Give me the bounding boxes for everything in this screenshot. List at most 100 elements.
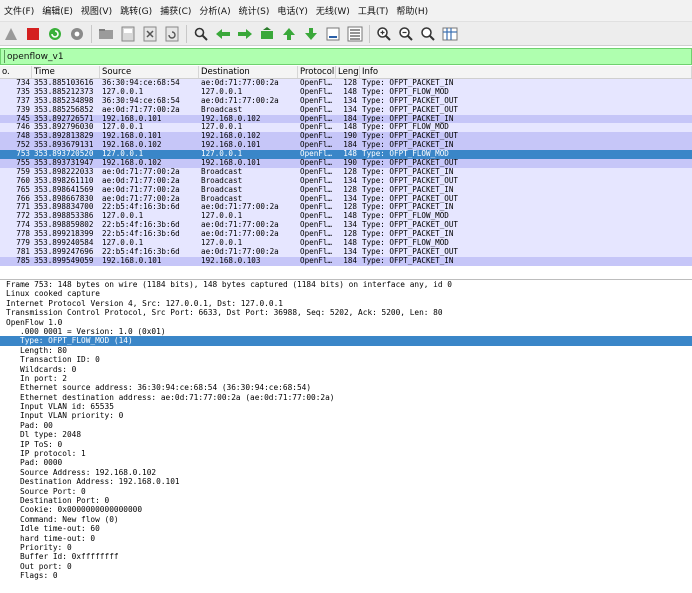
packet-row[interactable]: 753 353.893720520 127.0.0.1 127.0.0.1 OpenFl…	[0, 150, 692, 160]
column-header-length[interactable]: Length	[336, 66, 360, 78]
packet-cell-len: 128	[343, 230, 357, 239]
menu-item[interactable]: 捕获(C)	[156, 4, 195, 17]
zoom-in-icon[interactable]	[375, 25, 393, 43]
packet-row[interactable]: 739 353.885256852 ae:0d:71:77:00:2a Broadca…	[0, 105, 692, 115]
detail-line[interactable]: Wildcards: 0	[0, 365, 692, 374]
stop-icon[interactable]	[24, 25, 42, 43]
menu-item[interactable]: 工具(T)	[354, 4, 393, 17]
find-icon[interactable]	[192, 25, 210, 43]
detail-line[interactable]: Destination Address: 192.168.0.101	[0, 477, 692, 486]
detail-line[interactable]: Destination Port: 0	[0, 496, 692, 505]
close-file-icon[interactable]	[141, 25, 159, 43]
menu-item[interactable]: 文件(F)	[0, 4, 38, 17]
packet-row[interactable]: 760 353.898261110 ae:0d:71:77:00:2a Broadca…	[0, 176, 692, 186]
colorize-icon[interactable]	[346, 25, 364, 43]
detail-line[interactable]: IP ToS: 0	[0, 440, 692, 449]
shark-fin-icon[interactable]	[2, 25, 20, 43]
detail-line[interactable]: Linux cooked capture	[0, 289, 692, 298]
detail-line[interactable]: Internet Protocol Version 4, Src: 127.0.…	[0, 299, 692, 308]
packet-row[interactable]: 765 353.898641569 ae:0d:71:77:00:2a Broadca…	[0, 185, 692, 195]
detail-line[interactable]: hard time-out: 0	[0, 534, 692, 543]
first-icon[interactable]	[280, 25, 298, 43]
detail-line[interactable]: OpenFlow 1.0	[0, 318, 692, 327]
packet-row[interactable]: 755 353.893731947 192.168.0.102 192.168.0.1…	[0, 159, 692, 168]
detail-line[interactable]: Cookie: 0x0000000000000000	[0, 505, 692, 514]
detail-line[interactable]: Idle time-out: 60	[0, 524, 692, 533]
detail-line[interactable]: Length: 80	[0, 346, 692, 355]
detail-line[interactable]: Input VLAN id: 65535	[0, 402, 692, 411]
detail-line[interactable]: Out port: 0	[0, 562, 692, 571]
packet-row[interactable]: 774 353.898859802 22:b5:4f:16:3b:6d ae:0d:7…	[0, 221, 692, 231]
detail-line[interactable]: Flags: 0	[0, 571, 692, 580]
open-icon[interactable]	[97, 25, 115, 43]
column-header-protocol[interactable]: Protocol	[298, 66, 336, 78]
column-header-no[interactable]: o.	[0, 66, 32, 78]
menu-item[interactable]: 视图(V)	[77, 4, 116, 17]
autoscroll-icon[interactable]	[324, 25, 342, 43]
detail-line[interactable]: IP protocol: 1	[0, 449, 692, 458]
detail-line[interactable]: Transaction ID: 0	[0, 355, 692, 364]
detail-line[interactable]: Source Port: 0	[0, 487, 692, 496]
detail-line[interactable]: Pad: 00	[0, 421, 692, 430]
packet-cell-dst: ae:0d:71:77:00:2a	[201, 96, 279, 105]
detail-line[interactable]: Pad: 0000	[0, 458, 692, 467]
packet-row[interactable]: 734 353.885103616 36:30:94:ce:68:54 ae:0d:7…	[0, 79, 692, 88]
column-header-time[interactable]: Time	[32, 66, 100, 78]
resize-columns-icon[interactable]	[441, 25, 459, 43]
reload-icon[interactable]	[163, 25, 181, 43]
detail-line[interactable]: .000 0001 = Version: 1.0 (0x01)	[0, 327, 692, 336]
detail-line[interactable]: Transmission Control Protocol, Src Port:…	[0, 308, 692, 317]
detail-line[interactable]: Dl type: 2048	[0, 430, 692, 439]
packet-row[interactable]: 781 353.899247696 22:b5:4f:16:3b:6d ae:0d:7…	[0, 247, 692, 257]
detail-line[interactable]: Ethernet destination address: ae:0d:71:7…	[0, 393, 692, 402]
save-icon[interactable]	[119, 25, 137, 43]
menu-item[interactable]: 分析(A)	[195, 4, 234, 17]
filter-bookmark-icon[interactable]	[1, 50, 5, 63]
detail-line-selected[interactable]: Type: OFPT_FLOW_MOD (14)	[0, 336, 692, 346]
menu-item[interactable]: 编辑(E)	[38, 4, 77, 17]
menu-item[interactable]: 跳转(G)	[116, 4, 156, 17]
options-icon[interactable]	[68, 25, 86, 43]
zoom-reset-icon[interactable]	[419, 25, 437, 43]
packet-row[interactable]: 778 353.899218399 22:b5:4f:16:3b:6d ae:0d:7…	[0, 230, 692, 240]
packet-row[interactable]: 746 353.892796030 127.0.0.1 127.0.0.1 OpenFl…	[0, 123, 692, 133]
packet-row[interactable]: 772 353.898853386 127.0.0.1 127.0.0.1 OpenFl…	[0, 212, 692, 222]
column-header-destination[interactable]: Destination	[199, 66, 298, 78]
menu-item[interactable]: 帮助(H)	[392, 4, 432, 17]
detail-line[interactable]: Command: New flow (0)	[0, 515, 692, 524]
column-header-info[interactable]: Info	[360, 66, 692, 78]
packet-row[interactable]: 737 353.885234898 36:30:94:ce:68:54 ae:0d:7…	[0, 96, 692, 106]
detail-line[interactable]: In port: 2	[0, 374, 692, 383]
detail-line[interactable]: Priority: 0	[0, 543, 692, 552]
packet-row[interactable]: 771 353.898834700 22:b5:4f:16:3b:6d ae:0d:7…	[0, 203, 692, 213]
packet-row[interactable]: 745 353.892726571 192.168.0.101 192.168.0.1…	[0, 114, 692, 124]
packet-cell-proto: OpenFl…	[300, 194, 333, 203]
packet-cell-no: 755	[16, 159, 30, 168]
display-filter-input[interactable]: openflow_v1	[0, 48, 692, 65]
back-icon[interactable]	[214, 25, 232, 43]
detail-line[interactable]: Ethernet source address: 36:30:94:ce:68:…	[0, 383, 692, 392]
column-header-source[interactable]: Source	[100, 66, 199, 78]
menu-item[interactable]: 统计(S)	[235, 4, 274, 17]
detail-line[interactable]: Input VLAN priority: 0	[0, 411, 692, 420]
packet-details[interactable]: Frame 753: 148 bytes on wire (1184 bits)…	[0, 279, 692, 593]
packet-row[interactable]: 748 353.892813829 192.168.0.101 192.168.0.1…	[0, 132, 692, 142]
detail-line[interactable]: Frame 753: 148 bytes on wire (1184 bits)…	[0, 280, 692, 289]
zoom-out-icon[interactable]	[397, 25, 415, 43]
packet-list[interactable]: o. Time Source Destination Protocol Leng…	[0, 66, 692, 278]
detail-line[interactable]: Buffer Id: 0xffffffff	[0, 552, 692, 561]
packet-row[interactable]: 766 353.898667830 ae:0d:71:77:00:2a Broadca…	[0, 194, 692, 204]
menu-item[interactable]: 无线(W)	[312, 4, 354, 17]
packet-rows: 734 353.885103616 36:30:94:ce:68:54 ae:0d:7…	[0, 79, 692, 266]
detail-line[interactable]: Source Address: 192.168.0.102	[0, 468, 692, 477]
packet-row[interactable]: 759 353.898222033 ae:0d:71:77:00:2a Broadca…	[0, 167, 692, 177]
restart-icon[interactable]	[46, 25, 64, 43]
forward-icon[interactable]	[236, 25, 254, 43]
last-icon[interactable]	[302, 25, 320, 43]
packet-row[interactable]: 785 353.899549059 192.168.0.101 192.168.0.1…	[0, 256, 692, 266]
packet-row[interactable]: 752 353.893679131 192.168.0.102 192.168.0.1…	[0, 141, 692, 151]
goto-icon[interactable]	[258, 25, 276, 43]
packet-row[interactable]: 779 353.899240584 127.0.0.1 127.0.0.1 OpenFl…	[0, 239, 692, 248]
packet-row[interactable]: 735 353.885212373 127.0.0.1 127.0.0.1 OpenFl…	[0, 87, 692, 97]
menu-item[interactable]: 电话(Y)	[273, 4, 312, 17]
